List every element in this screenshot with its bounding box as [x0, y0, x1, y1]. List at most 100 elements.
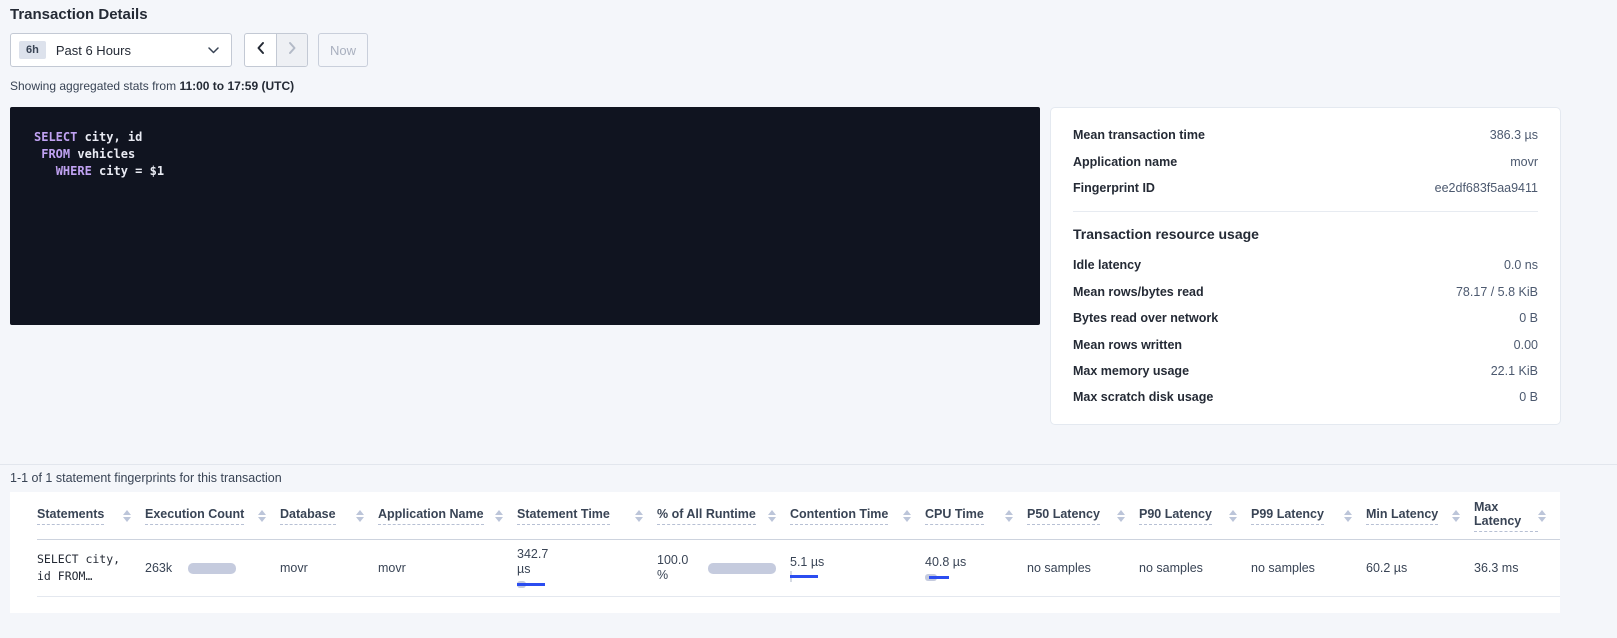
column-label[interactable]: Min Latency [1366, 507, 1438, 525]
database-cell: movr [280, 561, 378, 575]
column-label[interactable]: P90 Latency [1139, 507, 1212, 525]
summary-label: Mean transaction time [1073, 128, 1205, 142]
resource-value: 78.17 / 5.8 KiB [1456, 285, 1538, 299]
p90-latency-cell: no samples [1139, 561, 1251, 575]
time-nav-group [244, 33, 308, 67]
statements-table-caption: 1-1 of 1 statement fingerprints for this… [10, 471, 282, 485]
cpu-time-value: 40.8 µs [925, 555, 967, 570]
next-time-button[interactable] [276, 34, 307, 66]
summary-label: Application name [1073, 155, 1177, 169]
time-controls: 6h Past 6 Hours Now [10, 33, 368, 67]
sort-arrows-icon[interactable] [1452, 510, 1460, 522]
sort-arrows-icon[interactable] [635, 510, 643, 522]
resource-label: Mean rows written [1073, 338, 1182, 352]
sort-arrows-icon[interactable] [495, 510, 503, 522]
sort-arrows-icon[interactable] [903, 510, 911, 522]
resource-row-max-memory-usage: Max memory usage 22.1 KiB [1073, 358, 1538, 384]
percent-of-all-runtime-value: 100.0 % [657, 553, 696, 583]
column-header-p90-latency[interactable]: P90 Latency [1139, 507, 1251, 525]
sort-arrows-icon[interactable] [1344, 510, 1352, 522]
sort-arrows-icon[interactable] [356, 510, 364, 522]
sql-keyword: FROM [41, 147, 70, 161]
resource-value: 0 B [1519, 311, 1538, 325]
summary-label: Fingerprint ID [1073, 181, 1155, 195]
sql-text: city = $1 [92, 164, 164, 178]
aggregation-range-prefix: Showing aggregated stats from [10, 79, 179, 93]
sort-arrows-icon[interactable] [1229, 510, 1237, 522]
sort-arrows-icon[interactable] [258, 510, 266, 522]
now-button[interactable]: Now [318, 33, 368, 67]
column-header-p99-latency[interactable]: P99 Latency [1251, 507, 1366, 525]
column-header-percent-of-all-runtime[interactable]: % of All Runtime [657, 507, 790, 525]
aggregation-range-value: 11:00 to 17:59 (UTC) [179, 79, 294, 93]
column-header-database[interactable]: Database [280, 507, 378, 525]
column-header-min-latency[interactable]: Min Latency [1366, 507, 1474, 525]
section-divider [0, 464, 1617, 465]
column-label[interactable]: Max Latency [1474, 500, 1538, 532]
p50-latency-cell: no samples [1027, 561, 1139, 575]
column-label[interactable]: % of All Runtime [657, 507, 756, 525]
column-header-statements[interactable]: Statements [37, 507, 145, 525]
summary-row-application-name: Application name movr [1073, 148, 1538, 174]
sql-keyword: WHERE [56, 164, 92, 178]
execution-count-value: 263k [145, 561, 172, 575]
time-range-dropdown[interactable]: 6h Past 6 Hours [10, 33, 232, 67]
resource-value: 0.0 ns [1504, 258, 1538, 272]
resource-label: Max scratch disk usage [1073, 390, 1213, 404]
resource-label: Mean rows/bytes read [1073, 285, 1204, 299]
page-title: Transaction Details [10, 6, 148, 23]
column-header-p50-latency[interactable]: P50 Latency [1027, 507, 1139, 525]
summary-value: ee2df683f5aa9411 [1435, 181, 1538, 195]
contention-time-cell: 5.1 µs [790, 555, 925, 581]
execution-count-bar [188, 563, 236, 574]
cpu-time-cell: 40.8 µs [925, 555, 1027, 582]
time-range-label: Past 6 Hours [56, 43, 208, 58]
column-header-statement-time[interactable]: Statement Time [517, 507, 657, 525]
resource-value: 0 B [1519, 390, 1538, 404]
sort-arrows-icon[interactable] [768, 510, 776, 522]
cpu-time-bar [925, 573, 965, 582]
sort-arrows-icon[interactable] [1005, 510, 1013, 522]
transaction-summary-card: Mean transaction time 386.3 µs Applicati… [1050, 107, 1561, 425]
resource-label: Bytes read over network [1073, 311, 1218, 325]
column-label[interactable]: P99 Latency [1251, 507, 1324, 525]
sql-indent [34, 164, 56, 178]
statements-table-header: Statements Execution Count Database Appl… [37, 492, 1560, 540]
column-label[interactable]: Database [280, 507, 336, 525]
column-label[interactable]: P50 Latency [1027, 507, 1100, 525]
column-header-max-latency[interactable]: Max Latency [1474, 500, 1560, 532]
summary-divider [1073, 211, 1538, 212]
sql-text: vehicles [70, 147, 135, 161]
column-label[interactable]: Application Name [378, 507, 484, 525]
column-header-cpu-time[interactable]: CPU Time [925, 507, 1027, 525]
contention-time-bar [790, 572, 830, 581]
column-label[interactable]: Statements [37, 507, 104, 525]
statement-fingerprint-link[interactable]: SELECT city, id FROM… [37, 551, 145, 585]
column-label[interactable]: Statement Time [517, 507, 610, 525]
sort-arrows-icon[interactable] [1538, 510, 1546, 522]
prev-time-button[interactable] [245, 34, 276, 66]
resource-label: Idle latency [1073, 258, 1141, 272]
column-header-contention-time[interactable]: Contention Time [790, 507, 925, 525]
column-label[interactable]: Contention Time [790, 507, 888, 525]
time-range-badge: 6h [19, 41, 46, 59]
chevron-right-icon [288, 41, 297, 60]
column-header-application-name[interactable]: Application Name [378, 507, 517, 525]
column-label[interactable]: Execution Count [145, 507, 244, 525]
statement-time-bar [517, 580, 567, 589]
chevron-left-icon [256, 41, 265, 60]
execution-count-cell: 263k [145, 561, 280, 575]
statement-time-cell: 342.7 µs [517, 547, 657, 589]
statement-text-line1[interactable]: SELECT city, [37, 551, 131, 568]
sql-line: SELECT city, id FROM vehicles WHERE city… [34, 130, 164, 178]
sort-arrows-icon[interactable] [1117, 510, 1125, 522]
statement-time-value: 342.7 µs [517, 547, 559, 577]
transaction-sql-box: SELECT city, id FROM vehicles WHERE city… [10, 107, 1040, 325]
column-header-execution-count[interactable]: Execution Count [145, 507, 280, 525]
sql-text: city, id [77, 130, 142, 144]
sort-arrows-icon[interactable] [123, 510, 131, 522]
max-latency-cell: 36.3 ms [1474, 561, 1560, 575]
resource-row-max-scratch-disk-usage: Max scratch disk usage 0 B [1073, 384, 1538, 410]
column-label[interactable]: CPU Time [925, 507, 984, 525]
statement-text-line2[interactable]: id FROM… [37, 568, 131, 585]
